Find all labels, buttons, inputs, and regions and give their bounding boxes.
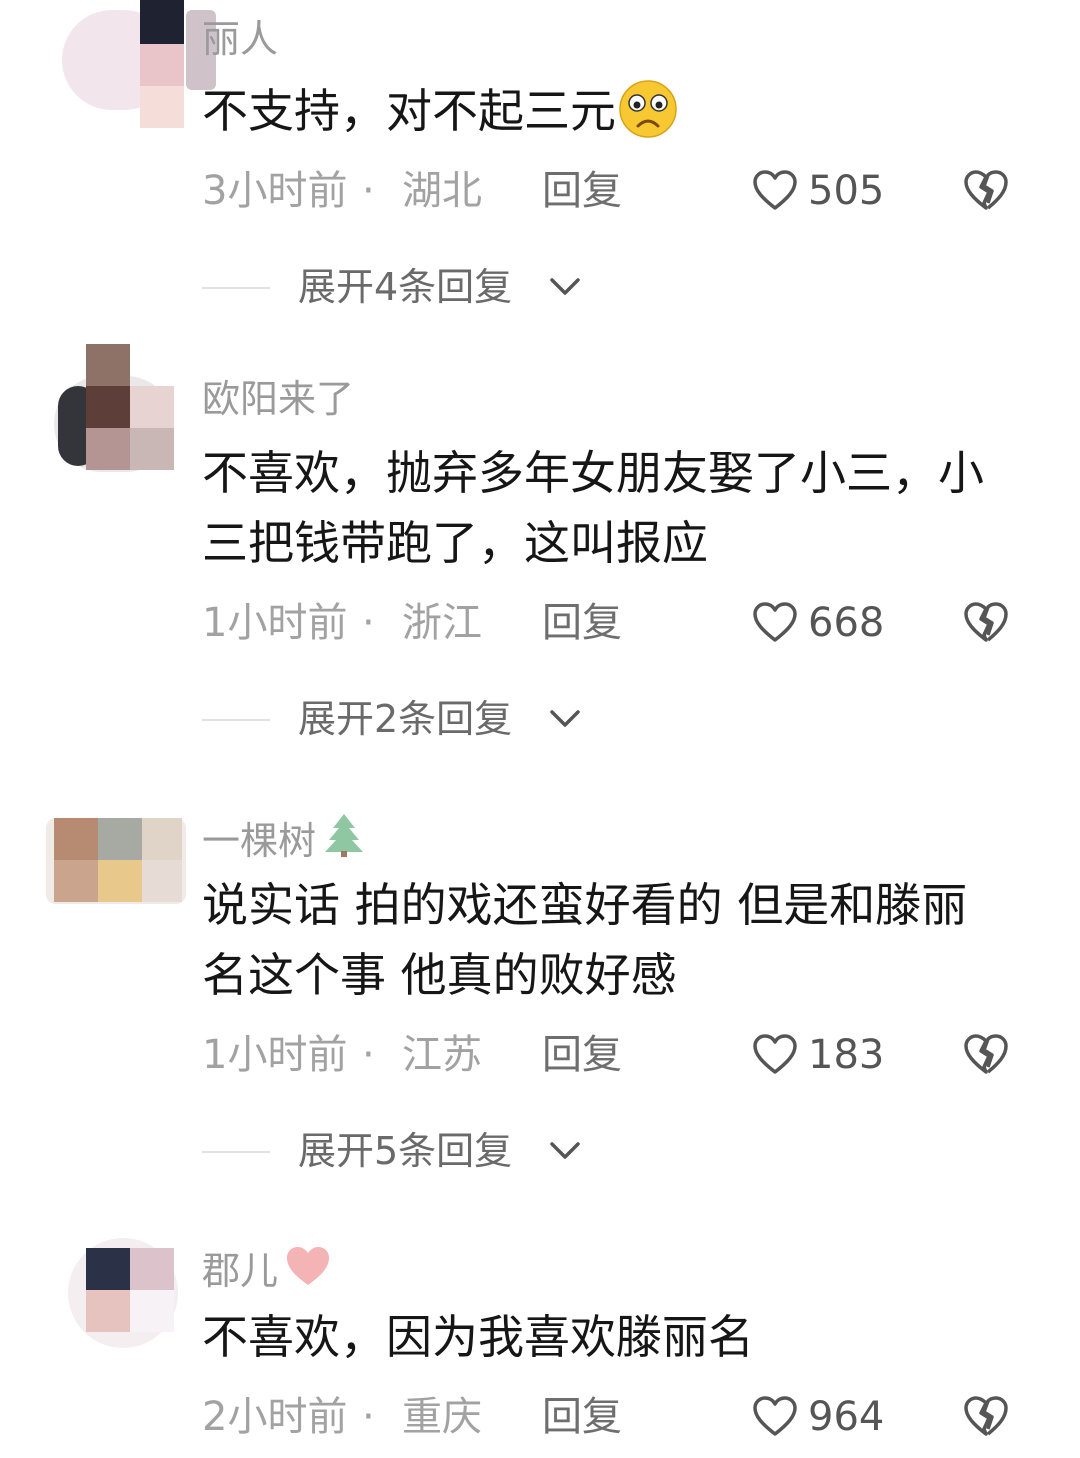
reply-button[interactable]: 回复 bbox=[542, 1392, 622, 1442]
comment-text-content: 不支持，对不起三元 bbox=[202, 84, 616, 138]
meta-separator: · bbox=[362, 168, 375, 214]
expand-replies-label: 展开4条回复 bbox=[298, 265, 513, 309]
avatar[interactable] bbox=[46, 814, 186, 934]
heart-outline-icon[interactable] bbox=[752, 600, 798, 646]
meta-separator: · bbox=[362, 1394, 375, 1440]
username-text: 郡儿 bbox=[202, 1249, 279, 1293]
heart-outline-icon[interactable] bbox=[752, 1394, 798, 1440]
comment-time: 3小时前 bbox=[202, 168, 348, 214]
chevron-down-icon bbox=[550, 710, 580, 727]
comment-item: 郡儿 不喜欢，因为我喜欢滕丽名 2小时前 · 重庆 回复 964 bbox=[0, 1218, 1080, 1458]
comment-region: 湖北 bbox=[402, 168, 482, 214]
comment-meta: 1小时前 · 江苏 回复 183 bbox=[202, 1030, 1042, 1080]
comment-item: 丽人 不支持，对不起三元 3小时前 · 湖北 回复 505 展开4条回复 bbox=[0, 0, 1080, 330]
comment-region: 浙江 bbox=[402, 600, 482, 646]
comment-region: 重庆 bbox=[402, 1394, 482, 1440]
reply-button[interactable]: 回复 bbox=[542, 166, 622, 216]
christmas-tree-emoji bbox=[325, 814, 364, 857]
comment-meta: 2小时前 · 重庆 回复 964 bbox=[202, 1392, 1042, 1442]
pink-heart-emoji bbox=[287, 1247, 330, 1285]
comment-time: 1小时前 bbox=[202, 1032, 348, 1078]
meta-separator: · bbox=[362, 600, 375, 646]
broken-heart-icon[interactable] bbox=[962, 168, 1010, 214]
comment-region: 江苏 bbox=[402, 1032, 482, 1078]
avatar[interactable] bbox=[54, 0, 216, 128]
username-text: 一棵树 bbox=[202, 819, 317, 863]
divider-line bbox=[202, 1151, 270, 1153]
expand-replies-button[interactable]: 展开4条回复 bbox=[202, 262, 622, 312]
like-count: 183 bbox=[808, 1032, 885, 1078]
like-count: 505 bbox=[808, 168, 885, 214]
comment-meta: 1小时前 · 浙江 回复 668 bbox=[202, 598, 1042, 648]
comment-text: 不喜欢，因为我喜欢滕丽名 bbox=[202, 1310, 754, 1364]
avatar[interactable] bbox=[54, 1232, 178, 1352]
username[interactable]: 郡儿 bbox=[202, 1244, 332, 1290]
broken-heart-icon[interactable] bbox=[962, 1032, 1010, 1078]
comment-meta: 3小时前 · 湖北 回复 505 bbox=[202, 166, 1042, 216]
meta-separator: · bbox=[362, 1032, 375, 1078]
chevron-down-icon bbox=[550, 278, 580, 295]
expand-replies-button[interactable]: 展开2条回复 bbox=[202, 694, 622, 744]
heart-outline-icon[interactable] bbox=[752, 168, 798, 214]
avatar[interactable] bbox=[54, 340, 174, 472]
frowning-face-emoji bbox=[619, 80, 677, 138]
broken-heart-icon[interactable] bbox=[962, 600, 1010, 646]
reply-button[interactable]: 回复 bbox=[542, 1030, 622, 1080]
comment-text: 不支持，对不起三元 bbox=[202, 76, 1022, 146]
like-count: 964 bbox=[808, 1394, 885, 1440]
username[interactable]: 欧阳来了 bbox=[202, 380, 354, 418]
comment-time: 1小时前 bbox=[202, 600, 348, 646]
username[interactable]: 一棵树 bbox=[202, 812, 366, 860]
chevron-down-icon bbox=[550, 1142, 580, 1159]
expand-replies-label: 展开2条回复 bbox=[298, 697, 513, 741]
comment-text: 不喜欢，抛弃多年女朋友娶了小三，小三把钱带跑了，这叫报应 bbox=[202, 446, 984, 570]
broken-heart-icon[interactable] bbox=[962, 1394, 1010, 1440]
comment-text: 说实话 拍的戏还蛮好看的 但是和滕丽名这个事 他真的败好感 bbox=[202, 878, 968, 1002]
reply-button[interactable]: 回复 bbox=[542, 598, 622, 648]
comment-item: 欧阳来了 不喜欢，抛弃多年女朋友娶了小三，小三把钱带跑了，这叫报应 1小时前 ·… bbox=[0, 340, 1080, 760]
like-count: 668 bbox=[808, 600, 885, 646]
divider-line bbox=[202, 719, 270, 721]
comment-item: 一棵树 说实话 拍的戏还蛮好看的 但是和滕丽名这个事 他真的败好感 1小时前 ·… bbox=[0, 780, 1080, 1200]
expand-replies-button[interactable]: 展开5条回复 bbox=[202, 1126, 622, 1176]
heart-outline-icon[interactable] bbox=[752, 1032, 798, 1078]
username[interactable]: 丽人 bbox=[202, 20, 278, 58]
expand-replies-label: 展开5条回复 bbox=[298, 1129, 513, 1173]
divider-line bbox=[202, 287, 270, 289]
comment-time: 2小时前 bbox=[202, 1394, 348, 1440]
